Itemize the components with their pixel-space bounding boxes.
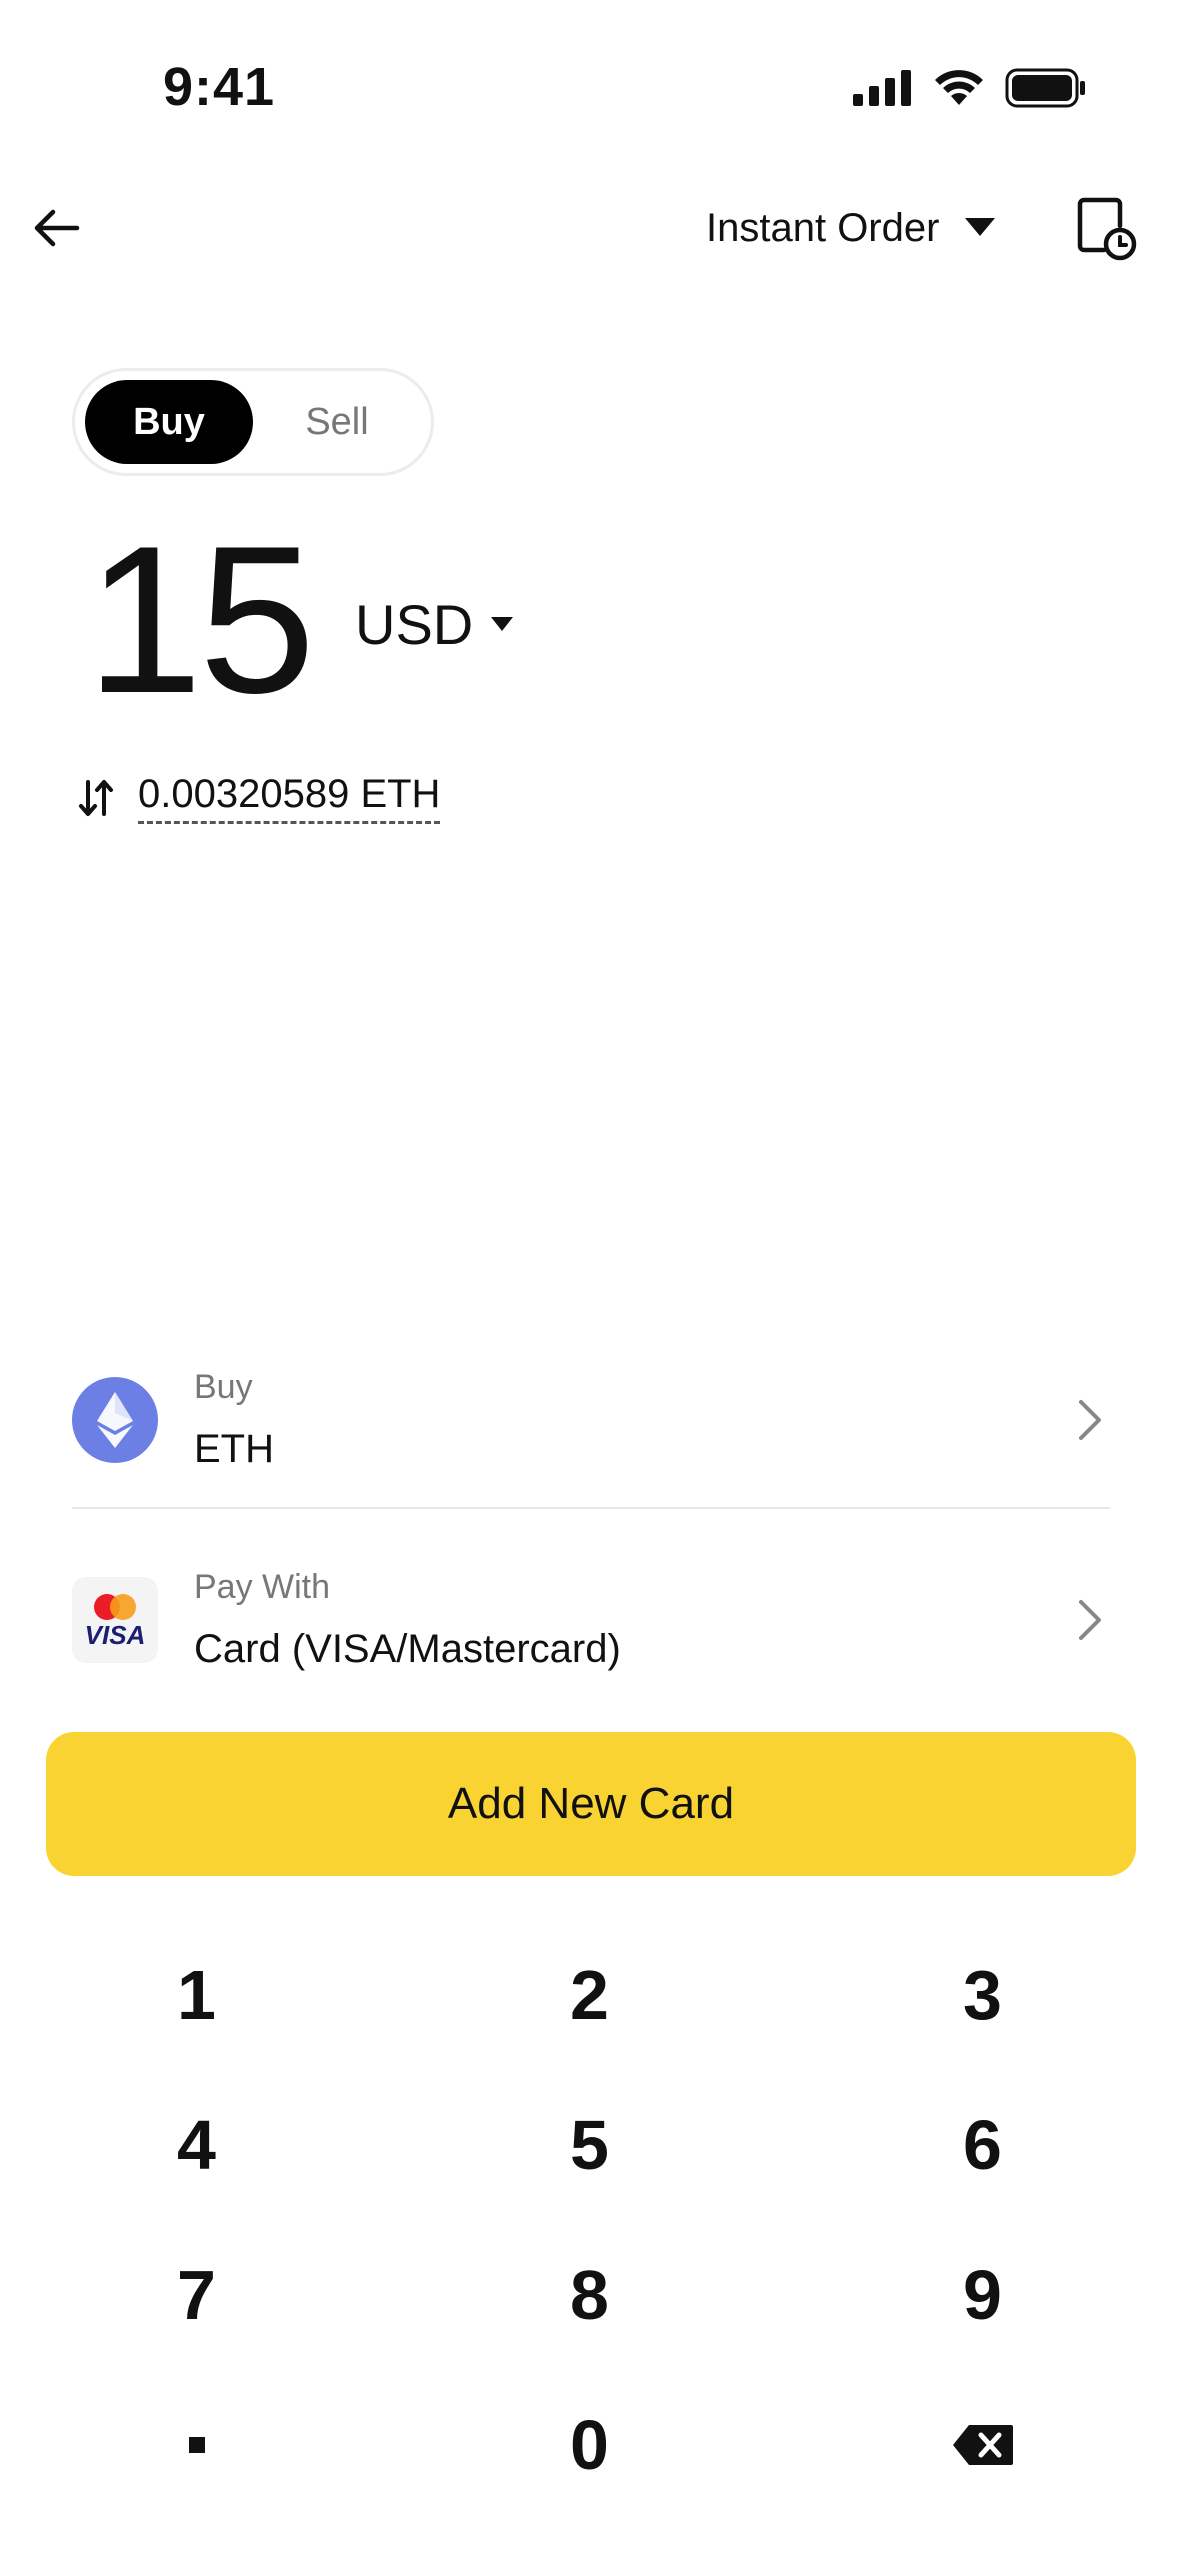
key-1[interactable]: 1: [0, 1920, 393, 2070]
backspace-icon: [952, 2425, 1013, 2465]
order-history-icon: [1077, 197, 1137, 261]
key-3[interactable]: 3: [786, 1920, 1179, 2070]
key-8[interactable]: 8: [393, 2220, 786, 2370]
sell-tab[interactable]: Sell: [253, 380, 421, 464]
asset-row-label: Buy: [194, 1368, 253, 1406]
key-6[interactable]: 6: [786, 2070, 1179, 2220]
visa-text: VISA: [84, 1620, 146, 1650]
key-5[interactable]: 5: [393, 2070, 786, 2220]
chevron-right-icon: [1070, 1590, 1110, 1650]
key-decimal[interactable]: [0, 2370, 393, 2520]
payment-row-label: Pay With: [194, 1568, 331, 1606]
divider: [72, 1507, 1110, 1509]
add-new-card-button[interactable]: Add New Card: [46, 1732, 1136, 1876]
key-backspace[interactable]: [786, 2370, 1179, 2520]
payment-method-row[interactable]: VISA Pay With Card (VISA/Mastercard): [72, 1540, 1110, 1700]
key-4[interactable]: 4: [0, 2070, 393, 2220]
order-type-dropdown[interactable]: Instant Order: [706, 200, 996, 256]
card-brand-icon: VISA: [72, 1577, 158, 1663]
key-2[interactable]: 2: [393, 1920, 786, 2070]
cellular-signal-icon: [853, 70, 911, 106]
status-icons: [853, 68, 1087, 108]
back-arrow-icon: [34, 209, 80, 247]
status-time: 9:41: [163, 57, 276, 117]
buy-tab[interactable]: Buy: [85, 380, 253, 464]
key-0[interactable]: 0: [393, 2370, 786, 2520]
amount-display: 15: [86, 502, 316, 737]
key-7[interactable]: 7: [0, 2220, 393, 2370]
asset-selector-row[interactable]: Buy ETH: [72, 1340, 1110, 1500]
payment-row-value: Card (VISA/Mastercard): [194, 1627, 621, 1671]
back-button[interactable]: [26, 198, 86, 258]
ethereum-icon: [72, 1377, 158, 1463]
battery-icon: [1005, 68, 1085, 108]
order-history-button[interactable]: [1076, 196, 1138, 262]
asset-row-value: ETH: [194, 1427, 274, 1471]
key-9[interactable]: 9: [786, 2220, 1179, 2370]
currency-selector[interactable]: USD: [355, 592, 514, 657]
numeric-keypad: 1 2 3 4 5 6 7 8 9 0: [0, 1920, 1179, 2520]
caret-down-icon: [491, 616, 514, 631]
currency-label: USD: [355, 593, 474, 656]
wifi-icon: [935, 70, 983, 105]
buy-sell-toggle: Buy Sell: [72, 368, 434, 476]
converted-value: 0.00320589 ETH: [138, 772, 441, 824]
caret-down-icon: [965, 218, 996, 236]
order-type-label: Instant Order: [706, 205, 940, 250]
chevron-right-icon: [1070, 1390, 1110, 1450]
decimal-point-icon: [188, 2437, 205, 2453]
swap-arrows-icon: [79, 780, 113, 816]
converted-amount[interactable]: 0.00320589 ETH: [78, 772, 441, 824]
